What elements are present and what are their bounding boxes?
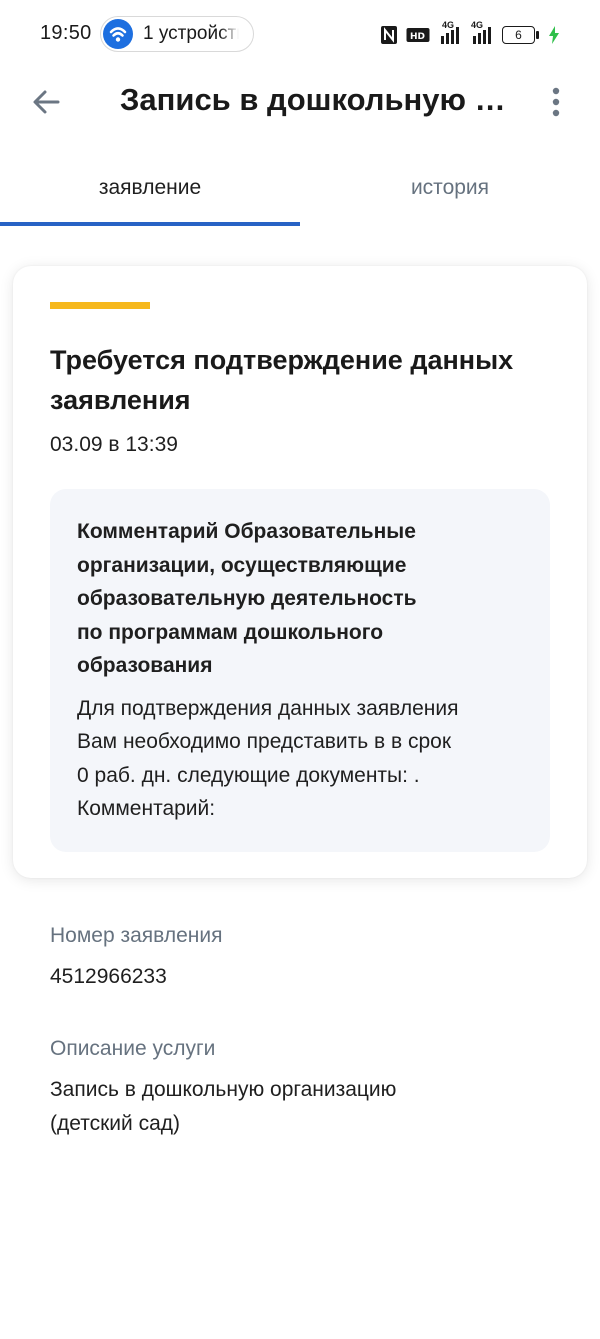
status-bar: 19:50 1 устройство HD 4G <box>0 0 600 70</box>
hotspot-label: 1 устройство <box>143 23 239 44</box>
back-button[interactable] <box>22 78 70 126</box>
network-type-1: 4G <box>442 20 455 30</box>
comment-text: Для подтверждения данных заявления Вам н… <box>77 696 459 821</box>
signal-2-icon: 4G <box>470 20 494 46</box>
comment-box: Комментарий Образовательные организации,… <box>50 489 550 852</box>
status-card: Требуется подтверждение данных заявления… <box>13 266 587 878</box>
status-heading: Требуется подтверждение данных заявления <box>50 345 514 415</box>
more-options-button[interactable] <box>532 78 580 126</box>
status-icons: HD 4G 4G 6 <box>380 20 560 48</box>
network-type-2: 4G <box>471 20 484 30</box>
battery-level: 6 <box>515 28 522 42</box>
status-accent-bar <box>50 302 150 309</box>
charging-icon <box>549 26 559 44</box>
application-number-label: Номер заявления <box>50 924 223 947</box>
status-date: 03.09 в 13:39 <box>50 433 178 456</box>
service-description-value: Запись в дошкольную организацию (детский… <box>50 1078 397 1135</box>
nfc-icon <box>381 26 397 44</box>
comment-title: Комментарий Образовательные организации,… <box>77 520 417 677</box>
tab-application[interactable]: заявление <box>0 150 300 228</box>
signal-1-icon: 4G <box>438 20 462 46</box>
tab-bar: заявление история <box>0 150 600 228</box>
service-description-label: Описание услуги <box>50 1037 216 1060</box>
app-bar: Запись в дошкольную организацию (детский… <box>0 70 600 134</box>
tab-history[interactable]: история <box>300 150 600 228</box>
hotspot-chip[interactable]: 1 устройство <box>100 16 254 52</box>
hd-voice-icon: HD <box>406 28 430 42</box>
more-vertical-icon <box>552 87 560 117</box>
hotspot-icon <box>103 19 133 49</box>
status-time: 19:50 <box>40 22 92 44</box>
arrow-left-icon <box>33 90 60 114</box>
application-number-value: 4512966233 <box>50 965 167 988</box>
page-title: Запись в дошкольную организацию (детский… <box>120 82 508 117</box>
svg-text:HD: HD <box>410 32 425 42</box>
battery-icon: 6 <box>502 26 540 44</box>
